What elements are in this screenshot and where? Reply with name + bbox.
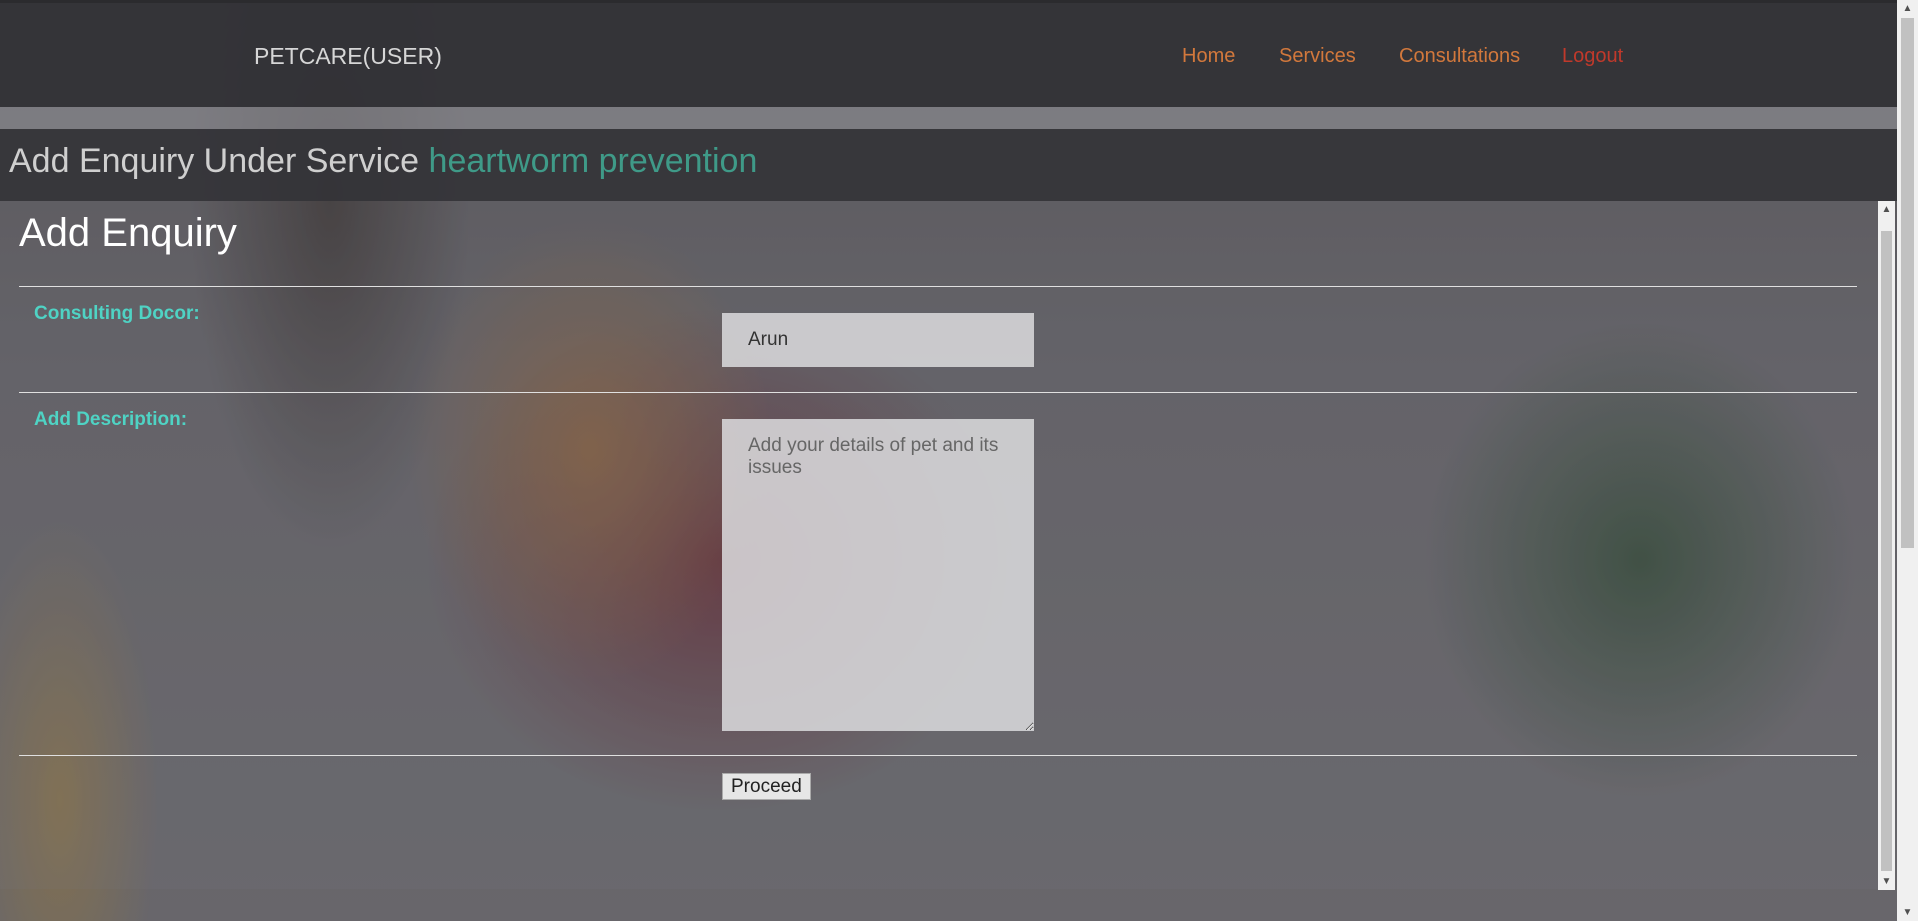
page-title: Add Enquiry Under Service heartworm prev… <box>9 142 757 181</box>
nav-menu: Home Services Consultations Logout <box>0 45 1897 75</box>
service-name: heartworm prevention <box>428 142 758 180</box>
proceed-button[interactable]: Proceed <box>722 773 811 800</box>
description-label: Add Description: <box>34 409 188 430</box>
doctor-field[interactable] <box>722 313 1034 367</box>
divider <box>19 392 1857 393</box>
scroll-up-arrow-icon[interactable]: ▲ <box>1897 0 1918 17</box>
nav-services-link[interactable]: Services <box>1279 45 1356 68</box>
enquiry-form-container: Add Enquiry Consulting Docor: Add Descri… <box>0 201 1878 889</box>
header-divider-strip <box>0 107 1897 129</box>
doctor-label: Consulting Docor: <box>34 303 200 324</box>
page-title-prefix: Add Enquiry Under Service <box>9 142 420 180</box>
nav-home-link[interactable]: Home <box>1182 45 1235 68</box>
divider <box>19 286 1857 287</box>
description-textarea[interactable] <box>722 419 1034 731</box>
nav-logout-link[interactable]: Logout <box>1562 45 1623 68</box>
scrollbar-thumb[interactable] <box>1881 231 1892 871</box>
divider <box>19 755 1857 756</box>
scrollbar-thumb[interactable] <box>1901 18 1914 548</box>
page-header: Add Enquiry Under Service heartworm prev… <box>0 129 1897 201</box>
navbar: PETCARE(USER) Home Services Consultation… <box>0 3 1897 107</box>
window-scrollbar[interactable]: ▲ ▼ <box>1897 0 1918 921</box>
nav-consultations-link[interactable]: Consultations <box>1399 45 1520 68</box>
form-title: Add Enquiry <box>19 211 237 255</box>
scroll-up-arrow-icon[interactable]: ▲ <box>1878 201 1895 218</box>
content-scrollbar[interactable]: ▲ ▼ <box>1878 201 1895 890</box>
scroll-down-arrow-icon[interactable]: ▼ <box>1897 904 1918 921</box>
scroll-down-arrow-icon[interactable]: ▼ <box>1878 873 1895 890</box>
